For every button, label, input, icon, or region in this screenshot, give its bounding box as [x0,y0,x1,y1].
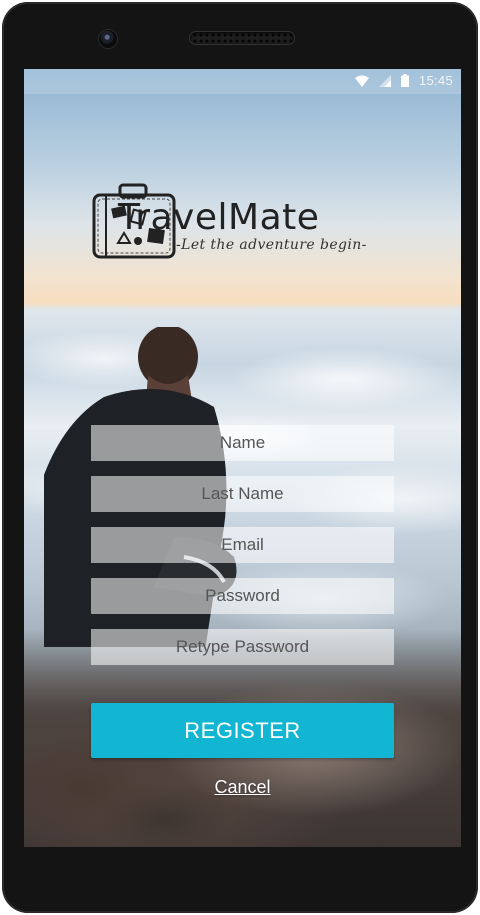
app-screen: 15:45 TravelMate -Let the adventure begi… [24,69,461,847]
cancel-link[interactable]: Cancel [24,777,461,798]
phone-frame: 15:45 TravelMate -Let the adventure begi… [2,2,478,913]
brand-name: TravelMate [118,197,320,238]
battery-icon [400,74,409,87]
cell-signal-icon [378,74,391,87]
name-field[interactable] [91,425,394,461]
front-camera [99,30,117,48]
register-button[interactable]: REGISTER [91,703,394,758]
status-time: 15:45 [418,73,453,88]
password-field[interactable] [91,578,394,614]
brand-tagline: -Let the adventure begin- [176,237,367,253]
retype-password-field[interactable] [91,629,394,665]
earpiece-speaker [190,32,294,44]
last-name-field[interactable] [91,476,394,512]
wifi-icon [354,75,369,87]
email-field[interactable] [91,527,394,563]
status-bar: 15:45 [24,69,461,94]
